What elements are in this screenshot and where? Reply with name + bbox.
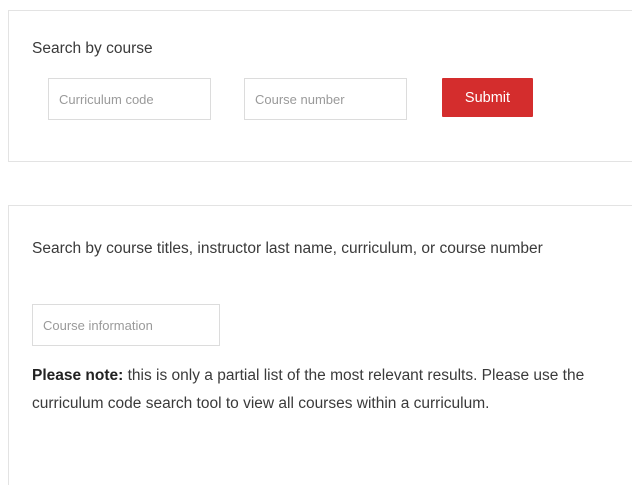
note-label: Please note: [32,367,124,384]
curriculum-code-input[interactable] [48,78,211,120]
page: Search by course Submit Search by course… [0,0,632,485]
partial-results-note: Please note: this is only a partial list… [32,362,632,417]
course-search-panel: Search by course Submit [8,10,632,162]
course-information-input[interactable] [32,304,220,346]
course-info-search-panel: Search by course titles, instructor last… [8,205,632,485]
submit-button[interactable]: Submit [442,78,533,117]
course-number-input[interactable] [244,78,407,120]
course-info-search-heading: Search by course titles, instructor last… [32,240,543,257]
course-search-heading: Search by course [32,40,153,57]
